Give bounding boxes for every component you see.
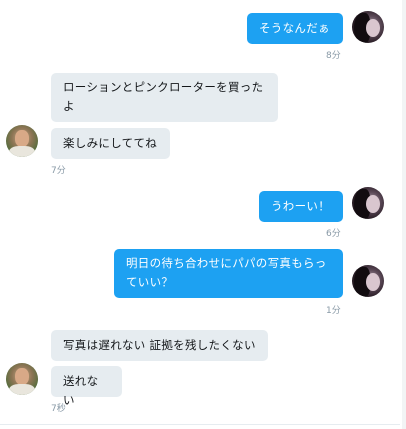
divider	[0, 424, 400, 425]
message-text: そうなんだぁ	[259, 21, 330, 35]
partner-avatar[interactable]	[6, 363, 38, 395]
my-avatar[interactable]	[352, 187, 384, 219]
message-text: 楽しみにしててね	[63, 136, 158, 150]
message-text: 写真は遅れない 証拠を残したくない	[63, 338, 256, 352]
message-text: うわーい！	[271, 199, 330, 213]
message-text: 明日の待ち合わせにパパの写真もらっていい？	[126, 256, 327, 289]
avatar-face	[366, 19, 380, 37]
message-timestamp: 1分	[326, 306, 341, 316]
message-bubble-outgoing[interactable]: 明日の待ち合わせにパパの写真もらっていい？	[114, 249, 343, 298]
scrollbar[interactable]	[402, 0, 406, 429]
my-avatar[interactable]	[352, 265, 384, 297]
message-bubble-outgoing[interactable]: うわーい！	[259, 191, 343, 222]
message-bubble-incoming[interactable]: 送れない	[51, 366, 122, 407]
message-timestamp: 7分	[51, 166, 66, 176]
partner-avatar[interactable]	[6, 125, 38, 157]
message-bubble-incoming[interactable]: 楽しみにしててね	[51, 128, 170, 159]
message-timestamp: 7秒	[51, 404, 66, 414]
message-bubble-incoming[interactable]: 写真は遅れない 証拠を残したくない	[51, 330, 268, 361]
avatar-face	[15, 368, 29, 385]
avatar-face	[15, 130, 29, 147]
my-avatar[interactable]	[352, 11, 384, 43]
message-text: 送れない	[63, 374, 99, 407]
message-bubble-incoming[interactable]: ローションとピンクローターを買ったよ	[51, 73, 278, 122]
message-bubble-outgoing[interactable]: そうなんだぁ	[247, 13, 343, 44]
avatar-shirt	[9, 384, 35, 395]
avatar-face	[366, 273, 380, 291]
message-text: ローションとピンクローターを買ったよ	[63, 80, 264, 113]
message-timestamp: 6分	[326, 229, 341, 239]
avatar-face	[366, 195, 380, 213]
avatar-shirt	[9, 146, 35, 157]
conversation-view: そうなんだぁ 8分 ローションとピンクローターを買ったよ 楽しみにしててね 7分…	[0, 0, 406, 429]
message-timestamp: 8分	[326, 51, 341, 61]
